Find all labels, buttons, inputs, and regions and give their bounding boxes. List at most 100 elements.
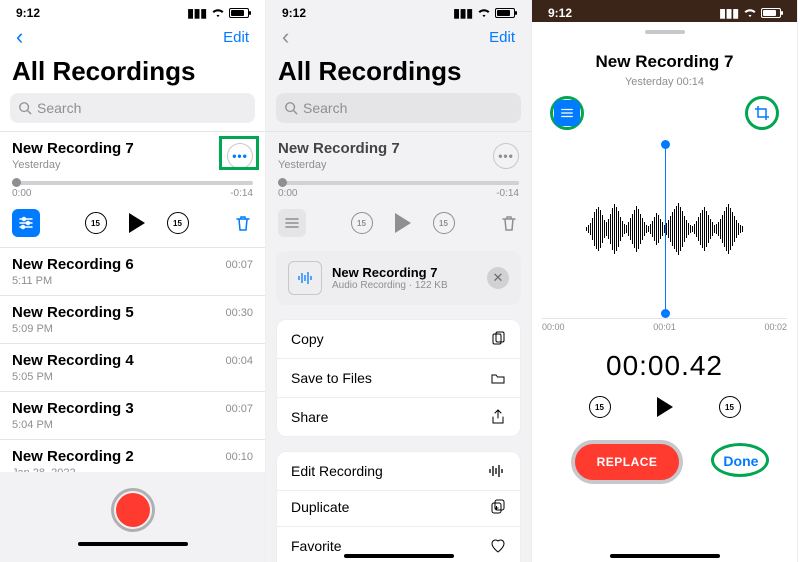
menu-edit-recording[interactable]: Edit Recording xyxy=(276,451,521,491)
play-button[interactable] xyxy=(657,397,673,417)
action-menu: Copy Save to Files Share xyxy=(276,319,521,437)
heart-icon xyxy=(490,538,506,554)
menu-duplicate[interactable]: Duplicate xyxy=(277,488,520,527)
share-icon xyxy=(490,409,506,425)
skip-back-button[interactable]: 15 xyxy=(85,212,107,234)
status-bar: 9:12 ▮▮▮ xyxy=(266,0,531,22)
skip-forward-button[interactable]: 15 xyxy=(719,396,741,418)
close-button[interactable]: ✕ xyxy=(487,267,509,289)
more-button[interactable]: ••• xyxy=(227,143,253,169)
highlight-annotation xyxy=(550,96,584,130)
status-bar: 9:12 ▮▮▮ xyxy=(0,0,265,22)
recording-subtitle: Yesterday 00:14 xyxy=(532,76,797,88)
home-indicator[interactable] xyxy=(344,554,454,558)
status-icons: ▮▮▮ xyxy=(453,6,515,20)
wifi-icon xyxy=(743,8,757,18)
time-start: 0:00 xyxy=(278,188,297,199)
play-button[interactable] xyxy=(129,213,145,233)
back-button[interactable]: ‹ xyxy=(282,24,289,50)
expanded-recording[interactable]: New Recording 7 Yesterday ••• 0:00 -0:14… xyxy=(0,132,265,248)
edit-button[interactable]: Edit xyxy=(489,29,515,46)
list-item[interactable]: New Recording 600:07 5:11 PM xyxy=(0,248,265,296)
waveform-icon xyxy=(488,463,506,479)
done-button[interactable]: Done xyxy=(723,453,758,469)
menu-save-files[interactable]: Save to Files xyxy=(277,359,520,398)
menu-copy[interactable]: Copy xyxy=(277,320,520,359)
status-time: 9:12 xyxy=(548,6,572,20)
time-start: 0:00 xyxy=(12,188,31,199)
home-indicator[interactable] xyxy=(78,542,188,546)
skip-forward-button[interactable]: 15 xyxy=(167,212,189,234)
crop-icon xyxy=(753,104,771,122)
record-button[interactable] xyxy=(111,488,155,532)
sliders-icon xyxy=(18,215,34,231)
signal-icon: ▮▮▮ xyxy=(453,6,473,20)
playhead[interactable] xyxy=(665,144,666,314)
search-icon xyxy=(18,101,32,115)
options-button[interactable] xyxy=(12,209,40,237)
sheet-header: New Recording 7 Audio Recording · 122 KB… xyxy=(276,251,521,305)
status-icons: ▮▮▮ xyxy=(187,6,249,20)
home-indicator[interactable] xyxy=(610,554,720,558)
time-axis: 00:00 00:01 00:02 xyxy=(542,318,787,332)
recording-subtitle: Yesterday xyxy=(12,159,134,171)
list-item[interactable]: New Recording 500:30 5:09 PM xyxy=(0,296,265,344)
replace-button[interactable]: REPLACE xyxy=(571,440,684,484)
highlight-annotation xyxy=(745,96,779,130)
file-thumb xyxy=(288,261,322,295)
seek-bar xyxy=(278,181,519,185)
time-end: -0:14 xyxy=(496,188,519,199)
battery-icon xyxy=(495,8,515,18)
page-title: All Recordings xyxy=(0,52,265,93)
list-item[interactable]: New Recording 400:04 5:05 PM xyxy=(0,344,265,392)
skip-back-button[interactable]: 15 xyxy=(589,396,611,418)
search-placeholder: Search xyxy=(37,100,81,116)
search-input[interactable]: Search xyxy=(10,93,255,123)
search-icon xyxy=(284,101,298,115)
axis-tick: 00:02 xyxy=(764,322,787,332)
recording-subtitle: Yesterday xyxy=(278,159,400,171)
page-title: All Recordings xyxy=(266,52,531,93)
status-time: 9:12 xyxy=(16,6,40,20)
record-footer xyxy=(0,472,265,562)
more-button[interactable]: ••• xyxy=(493,143,519,169)
list-item[interactable]: New Recording 300:07 5:04 PM xyxy=(0,392,265,440)
copy-icon xyxy=(490,331,506,347)
duplicate-icon xyxy=(490,499,506,515)
status-bar: 9:12 ▮▮▮ xyxy=(532,0,797,22)
battery-icon xyxy=(761,8,781,18)
screen-edit-recording: 9:12 ▮▮▮ New Recording 7 Yesterday 00:14… xyxy=(532,0,798,562)
screen-action-sheet: 9:12 ▮▮▮ ‹ Edit All Recordings Search Ne… xyxy=(266,0,532,562)
axis-tick: 00:00 xyxy=(542,322,565,332)
options-button[interactable] xyxy=(554,100,580,126)
sliders-icon xyxy=(560,106,574,120)
playback-controls: 15 15 xyxy=(532,396,797,418)
menu-share[interactable]: Share xyxy=(277,398,520,436)
wifi-icon xyxy=(477,8,491,18)
wifi-icon xyxy=(211,8,225,18)
sheet-handle[interactable] xyxy=(645,30,685,34)
signal-icon: ▮▮▮ xyxy=(719,6,739,20)
trash-icon xyxy=(233,213,253,233)
status-icons: ▮▮▮ xyxy=(719,6,781,20)
sheet-meta: Audio Recording · 122 KB xyxy=(332,280,448,291)
play-button xyxy=(395,213,411,233)
trim-button[interactable] xyxy=(753,104,771,122)
options-button xyxy=(278,209,306,237)
recording-title: New Recording 7 xyxy=(532,52,797,72)
axis-tick: 00:01 xyxy=(653,322,676,332)
skip-forward-button: 15 xyxy=(433,212,455,234)
search-input[interactable]: Search xyxy=(276,93,521,123)
edit-tools-row xyxy=(532,96,797,130)
nav-bar: ‹ Edit xyxy=(266,22,531,52)
delete-button[interactable] xyxy=(233,213,253,233)
back-button[interactable]: ‹ xyxy=(16,24,23,50)
action-menu-2: Edit Recording Duplicate Favorite Move t… xyxy=(276,451,521,562)
edit-button[interactable]: Edit xyxy=(223,29,249,46)
search-placeholder: Search xyxy=(303,100,347,116)
folder-icon xyxy=(490,370,506,386)
status-time: 9:12 xyxy=(282,6,306,20)
waveform-area[interactable] xyxy=(542,144,787,314)
seek-bar[interactable] xyxy=(12,181,253,185)
recording-title: New Recording 7 xyxy=(278,140,400,157)
